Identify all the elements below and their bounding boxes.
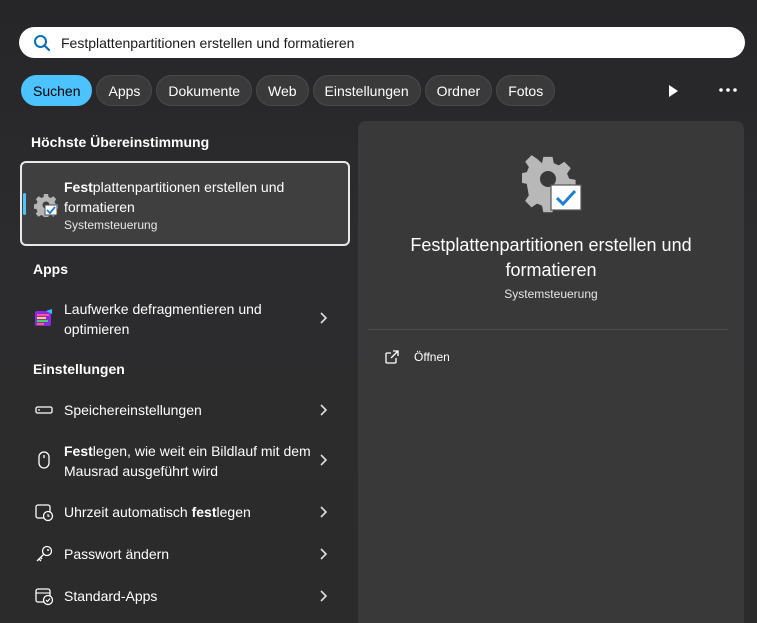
app-item-defrag[interactable]: Laufwerke defragmentieren und optimieren: [20, 296, 350, 340]
defrag-icon: [34, 308, 54, 328]
settings-item-label: Speichereinstellungen: [64, 402, 202, 418]
selection-indicator: [23, 193, 26, 215]
open-external-icon: [384, 349, 400, 365]
control-panel-gear-icon: [520, 155, 584, 215]
clock-icon: [34, 502, 54, 522]
preview-panel: Festplattenpartitionen erstellen und for…: [358, 121, 744, 623]
settings-item-storage[interactable]: Speichereinstellungen: [20, 397, 350, 423]
app-item-label: Laufwerke defragmentieren und optimieren: [64, 301, 262, 337]
settings-item-label: Festlegen, wie weit ein Bildlauf mit dem…: [64, 443, 311, 479]
settings-item-label: Uhrzeit automatisch festlegen: [64, 504, 251, 520]
settings-item-label: Passwort ändern: [64, 546, 170, 562]
settings-item-time[interactable]: Uhrzeit automatisch festlegen: [20, 499, 350, 525]
open-action[interactable]: Öffnen: [384, 349, 450, 365]
settings-item-password[interactable]: Passwort ändern: [20, 541, 350, 567]
apps-heading: Apps: [33, 261, 68, 277]
settings-item-default-apps[interactable]: Standard-Apps: [20, 583, 350, 609]
chip-fotos[interactable]: Fotos: [496, 75, 556, 106]
open-label: Öffnen: [414, 350, 450, 364]
best-match-subtitle: Systemsteuerung: [64, 218, 158, 232]
more-options-icon[interactable]: [716, 80, 740, 100]
preview-title: Festplattenpartitionen erstellen und for…: [410, 235, 692, 280]
chip-einstellungen[interactable]: Einstellungen: [312, 75, 421, 106]
best-match-title: Festplattenpartitionen erstellen und for…: [64, 179, 285, 215]
best-match-item[interactable]: Festplattenpartitionen erstellen und for…: [20, 161, 350, 246]
settings-item-mouse-scroll[interactable]: Festlegen, wie weit ein Bildlauf mit dem…: [20, 440, 350, 484]
chip-apps[interactable]: Apps: [96, 75, 153, 106]
chevron-right-icon[interactable]: [318, 311, 328, 325]
control-panel-gear-icon: [33, 193, 59, 219]
chip-web[interactable]: Web: [256, 75, 309, 106]
chevron-right-icon[interactable]: [318, 453, 328, 467]
chip-dokumente[interactable]: Dokumente: [156, 75, 252, 106]
chevron-right-icon[interactable]: [318, 589, 328, 603]
chevron-right-icon[interactable]: [318, 403, 328, 417]
chevron-right-icon[interactable]: [318, 547, 328, 561]
best-match-heading: Höchste Übereinstimmung: [31, 134, 210, 150]
key-icon: [34, 544, 54, 564]
play-icon[interactable]: [664, 82, 682, 100]
default-apps-icon: [34, 586, 54, 606]
storage-icon: [34, 400, 54, 420]
chip-suchen[interactable]: Suchen: [21, 75, 93, 106]
preview-divider: [368, 329, 728, 330]
settings-item-label: Standard-Apps: [64, 588, 158, 604]
preview-subtitle: Systemsteuerung: [504, 287, 598, 301]
mouse-icon: [34, 450, 54, 470]
settings-heading: Einstellungen: [33, 361, 125, 377]
search-input[interactable]: [61, 34, 701, 51]
search-icon: [33, 34, 51, 52]
search-box[interactable]: [19, 27, 745, 58]
chip-ordner[interactable]: Ordner: [424, 75, 493, 106]
filter-chips: Suchen Apps Dokumente Web Einstellungen …: [21, 75, 556, 107]
chevron-right-icon[interactable]: [318, 505, 328, 519]
